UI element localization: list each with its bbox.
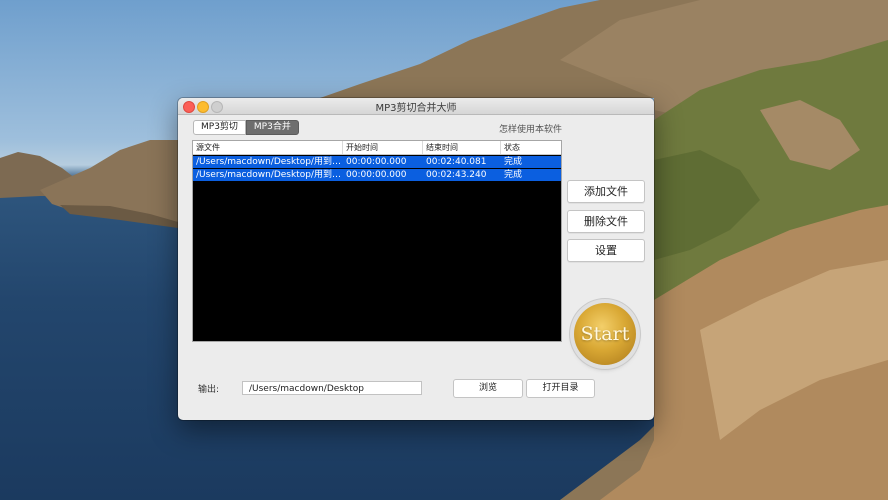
file-table[interactable]: 源文件 开始时间 结束时间 状态 /Users/macdown/Desktop/…: [192, 140, 562, 342]
cell-status: 完成: [504, 157, 523, 167]
tab-mp3-merge[interactable]: MP3合并: [245, 120, 299, 135]
column-header-source[interactable]: 源文件: [193, 141, 343, 154]
cell-start: 00:00:00.000: [346, 157, 407, 167]
output-path-field[interactable]: /Users/macdown/Desktop: [242, 381, 422, 395]
add-file-button[interactable]: 添加文件: [567, 180, 645, 203]
cell-end: 00:02:43.240: [426, 170, 487, 180]
output-label: 输出:: [198, 385, 220, 395]
cell-start: 00:00:00.000: [346, 170, 407, 180]
title-bar[interactable]: MP3剪切合并大师: [178, 98, 654, 115]
mode-tabs: MP3剪切 MP3合并: [193, 120, 299, 135]
start-button[interactable]: Start: [574, 303, 636, 365]
delete-file-button[interactable]: 删除文件: [567, 210, 645, 233]
browse-button[interactable]: 浏览: [453, 379, 523, 398]
window-title: MP3剪切合并大师: [375, 103, 457, 114]
table-header: 源文件 开始时间 结束时间 状态: [193, 141, 561, 155]
cell-source: /Users/macdown/Desktop/用到…: [196, 157, 341, 167]
column-header-end[interactable]: 结束时间: [423, 141, 501, 154]
table-row[interactable]: /Users/macdown/Desktop/用到… 00:00:00.000 …: [193, 156, 561, 168]
table-row[interactable]: /Users/macdown/Desktop/用到… 00:00:00.000 …: [193, 169, 561, 181]
tab-mp3-cut[interactable]: MP3剪切: [193, 120, 246, 135]
app-window: MP3剪切合并大师 MP3剪切 MP3合并 怎样使用本软件 源文件 开始时间 结…: [178, 98, 654, 420]
cell-status: 完成: [504, 170, 523, 180]
cell-source: /Users/macdown/Desktop/用到…: [196, 170, 341, 180]
cell-end: 00:02:40.081: [426, 157, 487, 167]
open-directory-button[interactable]: 打开目录: [526, 379, 595, 398]
settings-button[interactable]: 设置: [567, 239, 645, 262]
column-header-status[interactable]: 状态: [501, 141, 561, 154]
column-header-start[interactable]: 开始时间: [343, 141, 423, 154]
help-link[interactable]: 怎样使用本软件: [499, 122, 562, 135]
